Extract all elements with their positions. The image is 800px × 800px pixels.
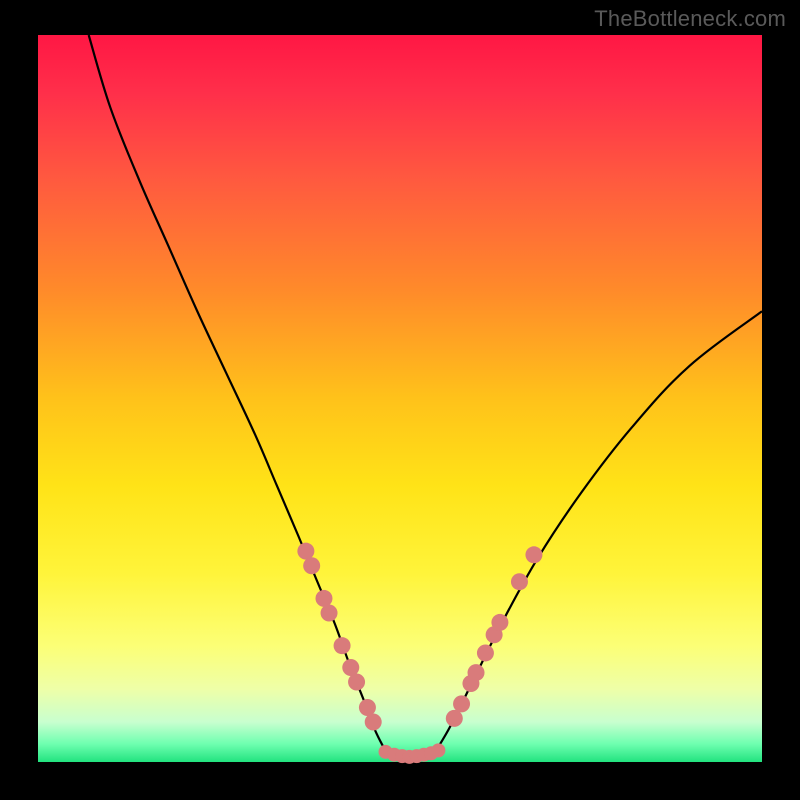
marker-dot xyxy=(348,674,365,691)
marker-dot xyxy=(491,614,508,631)
watermark-text: TheBottleneck.com xyxy=(594,6,786,32)
marker-dot xyxy=(477,644,494,661)
chart-svg xyxy=(0,0,800,800)
chart-viewport: TheBottleneck.com xyxy=(0,0,800,800)
marker-dot xyxy=(342,659,359,676)
plot-background xyxy=(38,35,762,762)
marker-dot xyxy=(453,695,470,712)
marker-dot xyxy=(303,557,320,574)
marker-dot xyxy=(315,590,332,607)
marker-dot xyxy=(359,699,376,716)
marker-dot xyxy=(446,710,463,727)
marker-dot xyxy=(525,546,542,563)
marker-dot xyxy=(334,637,351,654)
marker-dot xyxy=(431,743,445,757)
marker-dot xyxy=(468,664,485,681)
marker-dot xyxy=(365,714,382,731)
marker-dot xyxy=(297,543,314,560)
marker-dot xyxy=(511,573,528,590)
marker-dot xyxy=(321,604,338,621)
